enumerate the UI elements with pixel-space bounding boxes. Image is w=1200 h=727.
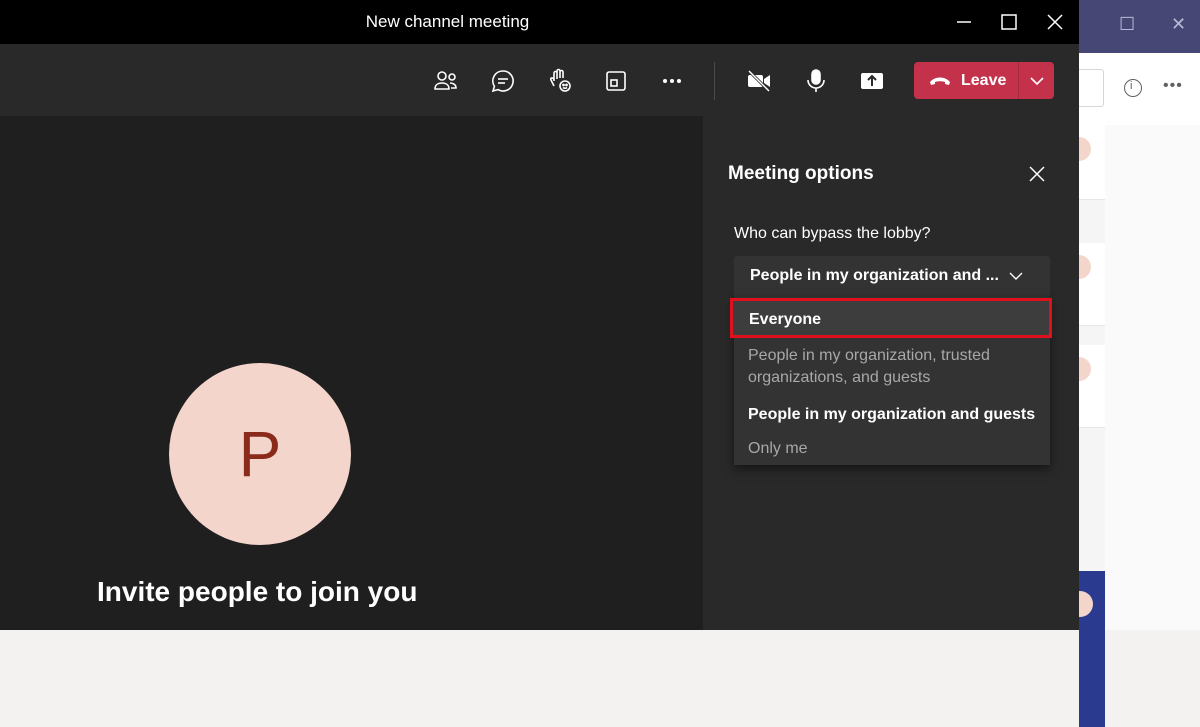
hang-up-icon — [928, 74, 952, 88]
meeting-toolbar: Leave — [0, 44, 1079, 116]
leave-options-chevron-down-icon[interactable] — [1019, 62, 1054, 99]
avatar: P — [169, 363, 351, 545]
room-view-icon[interactable] — [601, 66, 631, 96]
option-only-me[interactable]: Only me — [748, 440, 808, 458]
meeting-window: New channel meeting Leave P Invite peopl… — [0, 0, 1079, 630]
option-org-trusted-guests[interactable]: People in my organization, trusted organ… — [748, 345, 990, 389]
chat-icon[interactable] — [488, 66, 518, 96]
dropdown-value: People in my organization and ... — [750, 267, 999, 284]
option-label-line: organizations, and guests — [748, 369, 931, 386]
title-bar: New channel meeting — [0, 0, 1079, 44]
avatar-initial: P — [238, 418, 282, 490]
leave-main-button[interactable]: Leave — [914, 62, 1018, 99]
window-title: New channel meeting — [365, 12, 530, 31]
camera-off-icon[interactable] — [744, 66, 774, 96]
background-more-icon[interactable]: ••• — [1163, 77, 1183, 95]
maximize-icon[interactable] — [997, 10, 1021, 34]
background-meeting-card[interactable] — [1067, 571, 1105, 727]
option-everyone[interactable]: Everyone — [730, 298, 1052, 338]
background-titlebar: ☐ ✕ — [1079, 0, 1200, 53]
chevron-down-icon — [1008, 269, 1024, 287]
background-post-list — [1067, 125, 1105, 727]
background-maximize-icon[interactable]: ☐ — [1119, 14, 1135, 35]
lobby-dropdown[interactable]: People in my organization and ... — [734, 256, 1050, 297]
background-teams-window: ☐ ✕ ••• — [1067, 0, 1200, 727]
meeting-options-panel: Meeting options Who can bypass the lobby… — [703, 116, 1079, 630]
background-search-input[interactable] — [1079, 69, 1104, 107]
participants-icon[interactable] — [431, 66, 461, 96]
option-label: Everyone — [749, 311, 822, 328]
more-icon[interactable] — [657, 66, 687, 96]
mic-icon[interactable] — [801, 66, 831, 96]
invite-heading: Invite people to join you — [97, 576, 418, 607]
lobby-options-menu: Everyone People in my organization, trus… — [730, 297, 1052, 465]
minimize-icon[interactable] — [952, 10, 976, 34]
share-icon[interactable] — [857, 66, 887, 96]
panel-title: Meeting options — [728, 163, 874, 184]
background-side-area — [1105, 125, 1200, 630]
option-label-line: People in my organization, trusted — [748, 347, 990, 364]
background-post-card[interactable] — [1067, 345, 1105, 428]
leave-label: Leave — [961, 71, 1007, 89]
background-close-icon[interactable]: ✕ — [1171, 14, 1186, 35]
background-post-card[interactable] — [1067, 125, 1105, 200]
meeting-stage: P Invite people to join you — [0, 116, 703, 630]
toolbar-divider — [714, 62, 715, 100]
close-icon[interactable] — [1043, 10, 1067, 34]
close-icon[interactable] — [1026, 163, 1048, 185]
leave-button[interactable]: Leave — [914, 62, 1054, 99]
raise-hand-icon[interactable] — [545, 66, 575, 96]
lobby-label: Who can bypass the lobby? — [734, 225, 931, 242]
option-org-and-guests[interactable]: People in my organization and guests — [748, 406, 1035, 424]
background-post-card[interactable] — [1067, 243, 1105, 326]
background-toolbar: ••• — [1079, 53, 1200, 126]
info-icon[interactable] — [1124, 79, 1142, 97]
